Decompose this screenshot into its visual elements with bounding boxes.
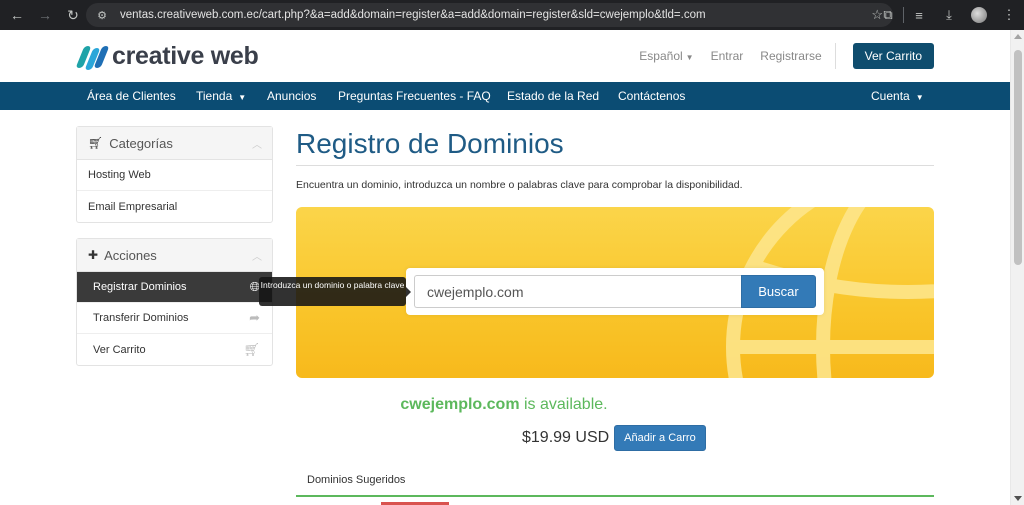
url-text[interactable]: ventas.creativeweb.com.ec/cart.php?&a=ad… [120, 9, 706, 21]
sidebar-item-label: Transferir Dominios [93, 312, 189, 324]
nav-account[interactable]: Cuenta ▼ [871, 89, 924, 103]
actions-panel: ✚ Acciones ︿ Registrar Dominios 🌐︎ Trans… [76, 238, 273, 366]
logo[interactable]: creative web [75, 42, 259, 71]
address-bar[interactable]: ⚙ ventas.creativeweb.com.ec/cart.php?&a=… [86, 3, 893, 27]
share-arrow-icon: ➦ [249, 310, 260, 325]
title-divider [296, 165, 934, 166]
site-header: creative web Español ▼ Entrar Registrarse… [0, 30, 1010, 82]
back-icon[interactable]: ← [6, 4, 28, 26]
sidebar-item-label: Ver Carrito [93, 343, 146, 356]
sidebar-item-label: Registrar Dominios [93, 281, 187, 293]
domain-search-input[interactable]: cwejemplo.com [414, 275, 742, 308]
categories-panel: 🛒︎ Categorías ︿ Hosting Web Email Empres… [76, 126, 273, 223]
caret-down-icon: ▼ [685, 53, 694, 62]
nav-account-label: Cuenta [871, 89, 910, 103]
sidebar-item-hosting[interactable]: Hosting Web [77, 160, 272, 191]
brand-name: creative web [112, 42, 259, 70]
availability-message: cwejemplo.com is available. [0, 396, 1009, 414]
sidebar-item-email[interactable]: Email Empresarial [77, 191, 272, 222]
nav-store[interactable]: Tienda ▼ [196, 89, 246, 103]
language-selector[interactable]: Español ▼ [639, 49, 693, 63]
forward-icon[interactable]: → [34, 4, 56, 26]
scroll-down-arrow-icon[interactable] [1014, 496, 1022, 501]
register-link[interactable]: Registrarse [760, 49, 821, 63]
scrollbar-thumb[interactable] [1014, 50, 1022, 265]
extensions-icon[interactable]: ⧉ [873, 7, 903, 23]
intro-text: Encuentra un dominio, introduzca un nomb… [296, 179, 743, 191]
main-nav: Área de Clientes Tienda ▼ Anuncios Pregun… [0, 82, 1010, 110]
actions-header[interactable]: ✚ Acciones ︿ [77, 239, 272, 272]
add-to-cart-button[interactable]: Añadir a Carro [614, 425, 706, 451]
sidebar-item-view-cart[interactable]: Ver Carrito 🛒︎ [77, 334, 272, 365]
domain-search-box: cwejemplo.com Buscar [406, 268, 824, 315]
sidebar-item-register-domains[interactable]: Registrar Dominios 🌐︎ [77, 272, 272, 303]
nav-client-area[interactable]: Área de Clientes [87, 89, 176, 103]
download-icon[interactable]: ⤓ [934, 7, 964, 23]
nav-faq[interactable]: Preguntas Frecuentes - FAQ [338, 89, 491, 103]
page-scrollbar[interactable] [1010, 30, 1024, 505]
header-divider [834, 43, 836, 69]
plus-icon: ✚ [88, 248, 99, 262]
menu-kebab-icon[interactable]: ⋮ [994, 7, 1024, 23]
actions-title: Acciones [104, 247, 157, 263]
result-status: is available. [524, 396, 608, 413]
caret-down-icon: ▼ [238, 93, 247, 102]
suggested-domains-label: Dominios Sugeridos [307, 474, 406, 486]
suggested-domains-tab[interactable]: Dominios Sugeridos [296, 467, 934, 497]
browser-toolbar: ← → ↻ ⚙ ventas.creativeweb.com.ec/cart.p… [0, 0, 1024, 30]
chevron-up-icon[interactable]: ︿ [252, 248, 262, 263]
shopping-cart-icon: 🛒︎ [88, 136, 104, 150]
domain-price: $19.99 USD [522, 429, 610, 446]
search-button[interactable]: Buscar [741, 275, 816, 308]
nav-contact[interactable]: Contáctenos [618, 89, 685, 103]
search-tooltip: Introduzca un dominio o palabra clave [259, 277, 411, 306]
profile-avatar[interactable] [964, 7, 994, 24]
price-row: $19.99 USD Añadir a Carro [522, 425, 706, 451]
logo-mark-icon [75, 44, 110, 70]
chevron-up-icon[interactable]: ︿ [252, 136, 262, 151]
caret-down-icon: ▼ [915, 93, 924, 102]
shopping-cart-icon: 🛒︎ [243, 341, 260, 357]
login-link[interactable]: Entrar [711, 49, 744, 63]
result-domain: cwejemplo.com [400, 396, 520, 413]
page-title: Registro de Dominios [296, 128, 564, 159]
language-label: Español [639, 49, 683, 63]
site-info-icon[interactable]: ⚙ [94, 7, 110, 23]
categories-header[interactable]: 🛒︎ Categorías ︿ [77, 127, 272, 160]
nav-announcements[interactable]: Anuncios [267, 89, 316, 103]
nav-network-status[interactable]: Estado de la Red [507, 89, 599, 103]
reading-list-icon[interactable]: ≡ [904, 8, 934, 23]
view-cart-button[interactable]: Ver Carrito [852, 43, 934, 69]
categories-title: Categorías [109, 135, 173, 151]
sidebar-item-transfer-domains[interactable]: Transferir Dominios ➦ [77, 303, 272, 334]
scroll-up-arrow-icon[interactable] [1014, 34, 1022, 39]
reload-icon[interactable]: ↻ [62, 4, 84, 26]
nav-store-label: Tienda [196, 89, 233, 103]
